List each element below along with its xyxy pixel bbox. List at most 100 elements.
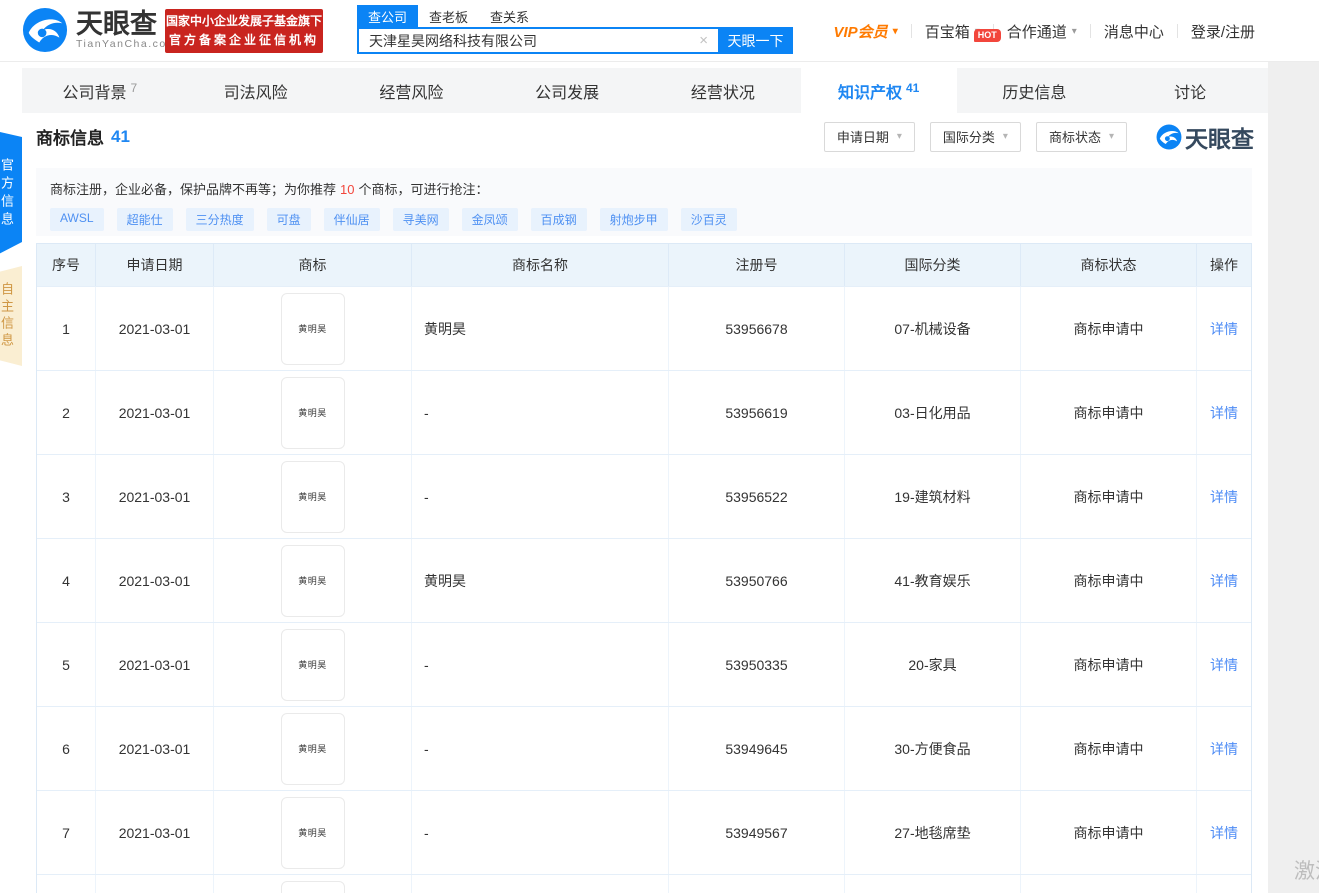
serial-cell: 2 [37, 371, 96, 454]
detail-link[interactable]: 详情 [1210, 487, 1238, 507]
caret-down-icon: ▾ [1108, 131, 1114, 142]
logo-text: 天眼查 TianYanCha.com [76, 10, 177, 50]
search-tab-company[interactable]: 查公司 [357, 4, 419, 28]
date-cell: 2021-03-01 [96, 539, 214, 622]
detail-link[interactable]: 详情 [1210, 319, 1238, 339]
trademark-image-cell: 黄明昊 [214, 455, 412, 538]
logo-brand-text: 天眼查 [76, 9, 157, 39]
recommend-tag[interactable]: 寻美网 [392, 208, 449, 231]
tab-company-background[interactable]: 公司背景 7 [22, 68, 178, 113]
reg-number-cell: 53956619 [669, 371, 845, 454]
name-cell: - [412, 707, 669, 790]
detail-link[interactable]: 详情 [1210, 571, 1238, 591]
nav-message-center[interactable]: 消息中心 [1091, 21, 1177, 42]
filter-trademark-status[interactable]: 商标状态 ▾ [1035, 121, 1127, 152]
tab-intellectual-property[interactable]: 知识产权 41 [800, 68, 957, 113]
recommend-tag[interactable]: 可盘 [266, 208, 311, 231]
trademark-image-cell: 黄明昊 [214, 707, 412, 790]
nav-login-register[interactable]: 登录/注册 [1178, 21, 1268, 42]
status-cell: 商标申请中 [1021, 287, 1197, 370]
detail-link[interactable]: 详情 [1210, 739, 1238, 759]
recommend-tag[interactable]: 超能仕 [116, 208, 173, 231]
intl-class-cell: 27-地毯席垫 [845, 791, 1021, 874]
recommend-tag[interactable]: 百成钢 [530, 208, 587, 231]
recommend-text: 商标注册，企业必备，保护品牌不再等；为你推荐 10 个商标，可进行抢注： [50, 179, 1238, 198]
trademark-image[interactable]: 黄明昊 [280, 460, 345, 533]
trademark-image[interactable] [280, 880, 345, 893]
trademark-image[interactable]: 黄明昊 [280, 376, 345, 449]
search-input[interactable] [357, 27, 718, 54]
search-button[interactable]: 天眼一下 [718, 27, 793, 54]
recommend-tag[interactable]: 沙百灵 [680, 208, 737, 231]
tianyancha-logo[interactable]: 天眼查 TianYanCha.com [22, 7, 177, 53]
name-cell: - [412, 623, 669, 706]
tianyancha-logo-icon [1156, 124, 1182, 149]
section-count: 41 [111, 126, 130, 146]
status-cell: 商标申请中 [1021, 707, 1197, 790]
table-row: 4 2021-03-01 黄明昊 黄明昊 53950766 41-教育娱乐 商标… [37, 538, 1251, 622]
reg-number-cell: 53956678 [669, 287, 845, 370]
nav-cooperation[interactable]: 合作通道 ▾ [994, 21, 1090, 42]
caret-down-icon: ▾ [1071, 25, 1077, 37]
date-cell [96, 875, 214, 893]
tab-operating-status[interactable]: 经营状况 [645, 68, 801, 113]
tab-history-info[interactable]: 历史信息 [957, 68, 1113, 113]
status-cell: 商标申请中 [1021, 371, 1197, 454]
trademark-image-cell: 黄明昊 [214, 287, 412, 370]
filter-intl-class[interactable]: 国际分类 ▾ [929, 121, 1021, 152]
status-cell: 商标申请中 [1021, 623, 1197, 706]
name-cell [412, 875, 669, 893]
tianyancha-logo-icon [22, 7, 68, 53]
recommend-tag[interactable]: 射炮步甲 [599, 208, 668, 231]
reg-number-cell: 53949567 [669, 791, 845, 874]
intl-class-cell: 30-方便食品 [845, 707, 1021, 790]
tab-label: 公司背景 [62, 84, 127, 102]
clear-icon[interactable]: × [699, 32, 708, 49]
name-cell: 黄明昊 [412, 287, 669, 370]
nav-vip[interactable]: VIP会员 ▾ [821, 21, 911, 42]
status-cell: 商标申请中 [1021, 455, 1197, 538]
detail-link[interactable]: 详情 [1210, 655, 1238, 675]
filter-label: 申请日期 [836, 130, 889, 145]
caret-down-icon: ▾ [896, 131, 902, 142]
ribbon-official-info[interactable]: 官方信息 [0, 130, 22, 258]
tab-operating-risk[interactable]: 经营风险 [334, 68, 490, 113]
nav-treasure-box[interactable]: 百宝箱 ▾ HOT [912, 21, 1001, 42]
recommend-tag[interactable]: AWSL [50, 208, 104, 231]
recommend-tag[interactable]: 三分热度 [185, 208, 254, 231]
ribbon-self-info[interactable]: 自主信息 [0, 266, 22, 366]
gov-badge-line2: 官方备案企业征信机构 [168, 33, 319, 47]
section-title: 商标信息 [36, 129, 104, 148]
table-row: 5 2021-03-01 黄明昊 - 53950335 20-家具 商标申请中 … [37, 622, 1251, 706]
trademark-image[interactable]: 黄明昊 [280, 544, 345, 617]
recommend-tag[interactable]: 伴仙居 [323, 208, 380, 231]
trademark-image[interactable]: 黄明昊 [280, 628, 345, 701]
recommend-text-after: 个商标，可进行抢注： [358, 182, 489, 197]
tab-count: 41 [905, 81, 920, 95]
recommend-tag[interactable]: 金凤颂 [461, 208, 518, 231]
date-cell: 2021-03-01 [96, 791, 214, 874]
search-tab-boss[interactable]: 查老板 [418, 5, 479, 28]
trademark-image[interactable]: 黄明昊 [280, 796, 345, 869]
trademark-image[interactable]: 黄明昊 [280, 712, 345, 785]
detail-link[interactable]: 详情 [1210, 823, 1238, 843]
name-cell: - [412, 455, 669, 538]
detail-link[interactable]: 详情 [1210, 403, 1238, 423]
header-nav: VIP会员 ▾ 百宝箱 ▾ HOT 合作通道 ▾ 消息中心 登录/注册 [821, 0, 1269, 62]
trademark-table: 序号 申请日期 商标 商标名称 注册号 国际分类 商标状态 操作 1 2021-… [36, 243, 1252, 893]
serial-cell: 5 [37, 623, 96, 706]
tab-count: 7 [130, 81, 138, 95]
trademark-image[interactable]: 黄明昊 [280, 292, 345, 365]
tab-discussion[interactable]: 讨论 [1112, 68, 1268, 113]
serial-cell: 1 [37, 287, 96, 370]
table-row: 2 2021-03-01 黄明昊 - 53956619 03-日化用品 商标申请… [37, 370, 1251, 454]
trademark-image-text: 黄明昊 [298, 577, 327, 587]
trademark-image-text: 黄明昊 [298, 829, 327, 839]
tab-company-development[interactable]: 公司发展 [489, 68, 645, 113]
top-bar: 天眼查 TianYanCha.com 国家中小企业发展子基金旗下 官方备案企业征… [0, 0, 1319, 62]
search-tab-relation[interactable]: 查关系 [479, 5, 540, 28]
tab-judicial-risk[interactable]: 司法风险 [178, 68, 334, 113]
search-module: 查公司 查老板 查关系 × 天眼一下 [357, 4, 793, 54]
trademark-image-text: 黄明昊 [298, 661, 327, 671]
filter-apply-date[interactable]: 申请日期 ▾ [823, 121, 915, 152]
